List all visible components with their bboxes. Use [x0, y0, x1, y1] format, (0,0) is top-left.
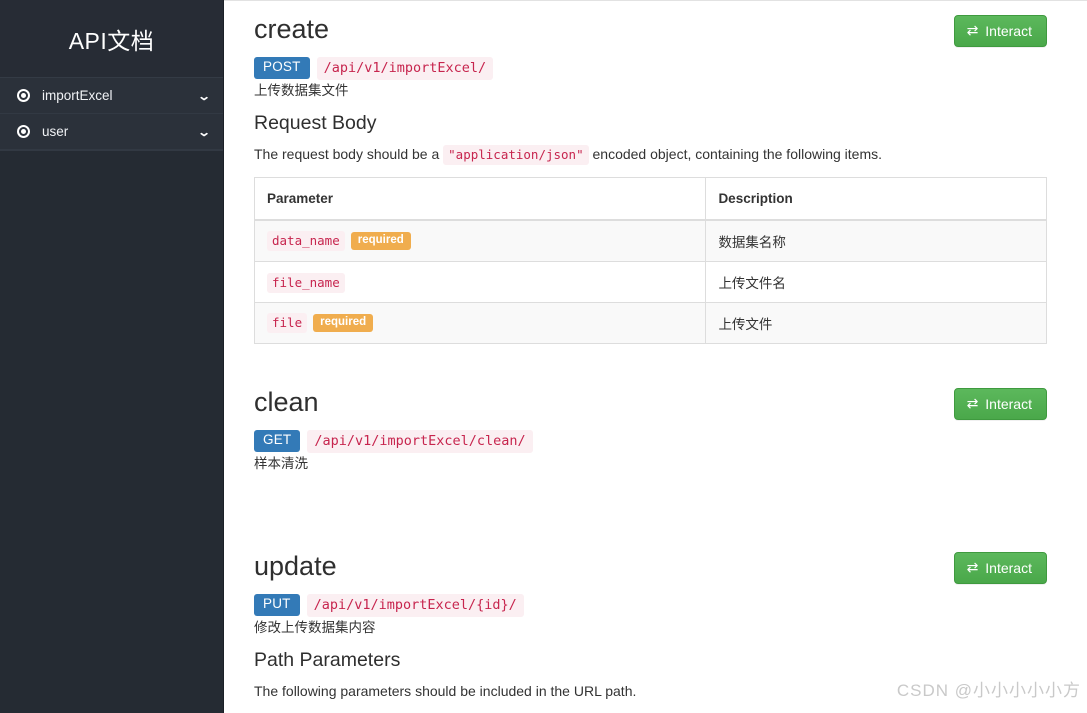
interact-button-label: Interact	[985, 396, 1032, 412]
endpoint-description: 修改上传数据集内容	[254, 619, 376, 635]
required-badge: required	[350, 231, 411, 251]
page-title: clean	[254, 387, 319, 417]
section-header: update ⇄ Interact	[254, 538, 1047, 590]
path-parameters-text: The following parameters should be inclu…	[254, 683, 637, 699]
sidebar-header: API文档	[0, 0, 223, 78]
endpoint-path: /api/v1/importExcel/{id}/	[306, 593, 524, 617]
exchange-icon: ⇄	[966, 396, 979, 412]
interact-button-label: Interact	[985, 560, 1032, 576]
sidebar-item-user[interactable]: user ⌄	[0, 114, 223, 150]
description-cell: 上传文件	[705, 302, 1047, 344]
endpoint-path: /api/v1/importExcel/clean/	[307, 429, 533, 453]
parameter-cell: file required	[254, 302, 707, 344]
request-body-table: Parameter Description data_name required …	[254, 177, 1047, 344]
http-method-badge: PUT	[254, 594, 300, 617]
endpoint-line: GET /api/v1/importExcel/clean/	[254, 429, 1047, 453]
table-row: file_name 上传文件名	[254, 261, 1047, 303]
parameter-cell: file_name	[254, 261, 707, 303]
sidebar-item-label: user	[42, 124, 69, 139]
parameter-name: data_name	[267, 230, 345, 251]
table-row: data_name required 数据集名称	[254, 219, 1047, 262]
table-row: file required 上传文件	[254, 302, 1047, 344]
sidebar-item-label: importExcel	[42, 88, 113, 103]
http-method-badge: POST	[254, 57, 310, 80]
endpoint-section-update: update ⇄ Interact PUT /api/v1/importExce…	[254, 538, 1047, 713]
endpoint-description: 样本清洗	[254, 455, 308, 471]
table-body: data_namerequired 数据集名称 file_name 上传文件名	[254, 219, 1047, 344]
description-cell: 上传文件名	[705, 261, 1047, 303]
endpoint-path: /api/v1/importExcel/	[316, 56, 494, 80]
section-header: create ⇄ Interact	[254, 1, 1047, 53]
column-header-description: Description	[705, 177, 1047, 221]
parameter-cell: data_name required	[254, 219, 707, 262]
description-cell: 数据集名称	[705, 219, 1047, 262]
target-icon	[14, 87, 32, 105]
request-body-text: The request body should be a "applicatio…	[254, 144, 1047, 165]
parameter-name: file_name	[267, 272, 345, 293]
request-body-text-after: encoded object, containing the following…	[588, 146, 883, 162]
table-head: Parameter Description	[254, 177, 1047, 221]
page-title: update	[254, 551, 337, 581]
request-body-heading: Request Body	[254, 112, 377, 134]
endpoint-description: 上传数据集文件	[254, 82, 349, 98]
parameter-name: file	[267, 312, 308, 333]
http-method-badge: GET	[254, 430, 301, 453]
content-type-code: "application/json"	[443, 145, 589, 165]
exchange-icon: ⇄	[966, 23, 979, 39]
interact-button[interactable]: ⇄ Interact	[953, 15, 1047, 47]
endpoint-section-clean: clean ⇄ Interact GET /api/v1/importExcel…	[254, 374, 1047, 474]
column-header-parameter: Parameter	[254, 177, 707, 221]
path-parameters-heading: Path Parameters	[254, 649, 401, 671]
sidebar-item-importexcel[interactable]: importExcel ⌄	[0, 78, 223, 114]
required-badge: required	[313, 313, 374, 333]
chevron-down-icon[interactable]: ⌄	[197, 126, 211, 137]
docs-scroll-area: create ⇄ Interact POST /api/v1/importExc…	[224, 1, 1087, 713]
sidebar-title: API文档	[68, 27, 155, 54]
interact-button[interactable]: ⇄ Interact	[953, 388, 1047, 420]
interact-button[interactable]: ⇄ Interact	[953, 552, 1047, 584]
endpoint-line: PUT /api/v1/importExcel/{id}/	[254, 593, 1047, 617]
main-content: create ⇄ Interact POST /api/v1/importExc…	[224, 0, 1087, 713]
sidebar: API文档 importExcel ⌄ user ⌄	[0, 0, 224, 713]
chevron-down-icon[interactable]: ⌄	[197, 90, 211, 101]
page-title: create	[254, 14, 330, 44]
target-icon	[14, 123, 32, 141]
endpoint-section-create: create ⇄ Interact POST /api/v1/importExc…	[254, 1, 1047, 344]
api-docs-page: API文档 importExcel ⌄ user ⌄ create ⇄ Inte…	[0, 0, 1087, 713]
interact-button-label: Interact	[985, 23, 1032, 39]
table-header-row: Parameter Description	[254, 177, 1047, 221]
request-body-text-before: The request body should be a	[254, 146, 444, 162]
section-header: clean ⇄ Interact	[254, 374, 1047, 426]
sidebar-empty-area	[0, 150, 223, 713]
endpoint-line: POST /api/v1/importExcel/	[254, 56, 1047, 80]
exchange-icon: ⇄	[966, 560, 979, 576]
